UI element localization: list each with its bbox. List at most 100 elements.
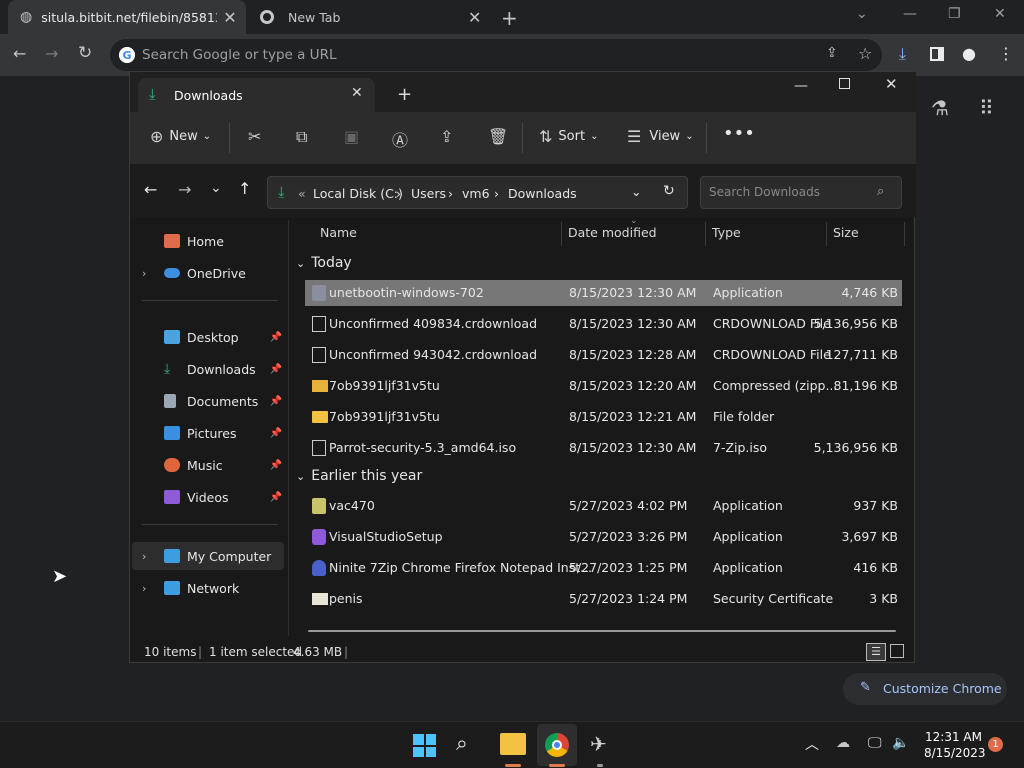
view-button[interactable]: ☰ View ⌄ — [627, 127, 694, 146]
file-row[interactable]: Ninite 7Zip Chrome Firefox Notepad Inst.… — [305, 555, 902, 581]
new-tab-button[interactable]: + — [397, 84, 412, 105]
labs-flask-icon[interactable]: ⚗ — [931, 96, 949, 120]
chrome-tab-filebin[interactable]: ◍ situla.bitbit.net/filebin/85813c00 ✕ — [8, 0, 246, 34]
column-divider[interactable] — [826, 222, 827, 246]
up-arrow-icon[interactable]: ↑ — [238, 179, 251, 198]
copy-icon[interactable]: ⧉ — [296, 127, 307, 147]
file-row[interactable]: unetbootin-windows-702 8/15/2023 12:30 A… — [305, 280, 902, 306]
minimize-icon[interactable]: — — [794, 78, 808, 94]
file-row[interactable]: Parrot-security-5.3_amd64.iso 8/15/2023 … — [305, 435, 902, 461]
more-horiz-icon[interactable]: ••• — [723, 123, 755, 144]
share-icon[interactable]: ⇪ — [440, 127, 453, 146]
more-vert-icon[interactable]: ⋮ — [998, 44, 1014, 63]
network-icon[interactable]: 🖵 — [868, 735, 882, 751]
nav-item-pictures[interactable]: Pictures 📌 — [132, 419, 284, 447]
close-icon[interactable]: ✕ — [468, 8, 481, 27]
new-tab-button[interactable]: + — [501, 6, 518, 30]
breadcrumb-overflow[interactable]: « — [298, 186, 306, 201]
new-button[interactable]: ⊕ New ⌄ — [150, 127, 211, 146]
breadcrumb-downloads[interactable]: Downloads — [508, 186, 577, 201]
pane-splitter[interactable] — [288, 220, 289, 636]
chevron-down-icon[interactable]: ⌄ — [631, 184, 641, 199]
recent-locations-chevron-icon[interactable]: ⌄ — [210, 180, 222, 196]
reload-icon[interactable]: ↻ — [78, 43, 92, 63]
back-arrow-icon[interactable]: ← — [13, 44, 26, 63]
pin-icon[interactable]: 📌 — [270, 396, 282, 407]
file-row[interactable]: penis 5/27/2023 1:24 PM Security Certifi… — [305, 586, 902, 612]
profile-icon[interactable]: ● — [962, 44, 976, 63]
chevron-up-icon[interactable]: ︿ — [805, 734, 819, 754]
windows-start-icon[interactable] — [413, 734, 436, 757]
close-icon[interactable]: ✕ — [223, 8, 236, 27]
nav-item-music[interactable]: Music 📌 — [132, 451, 284, 479]
pin-icon[interactable]: 📌 — [270, 364, 282, 375]
breadcrumb-local-disk[interactable]: Local Disk (C:) — [313, 186, 403, 201]
refresh-icon[interactable]: ↻ — [663, 183, 675, 199]
nav-item-desktop[interactable]: Desktop 📌 — [132, 323, 284, 351]
download-icon[interactable]: ⤓ — [899, 44, 906, 64]
file-row[interactable]: VisualStudioSetup 5/27/2023 3:26 PM Appl… — [305, 524, 902, 550]
group-header-today[interactable]: ⌄ Today — [296, 255, 352, 271]
forward-arrow-icon[interactable]: → — [45, 44, 58, 63]
rename-icon[interactable]: Ⓐ — [392, 127, 408, 151]
close-icon[interactable]: ✕ — [885, 75, 898, 93]
chevron-down-icon[interactable]: ⌄ — [856, 6, 868, 22]
search-icon[interactable]: ⌕ — [456, 731, 468, 756]
pin-icon[interactable]: 📌 — [270, 428, 282, 439]
nav-item-my-computer[interactable]: › My Computer — [132, 542, 284, 570]
breadcrumb-users[interactable]: Users — [411, 186, 446, 201]
clock[interactable]: 12:31 AM 8/15/2023 — [924, 729, 986, 761]
file-row[interactable]: 7ob9391ljf31v5tu 8/15/2023 12:20 AM Comp… — [305, 373, 902, 399]
close-icon[interactable]: ✕ — [994, 6, 1006, 22]
nav-item-onedrive[interactable]: › OneDrive — [132, 259, 284, 287]
column-header-size[interactable]: Size — [833, 225, 859, 240]
group-header-earlier-this-year[interactable]: ⌄ Earlier this year — [296, 468, 422, 484]
restore-icon[interactable]: ❐ — [948, 6, 961, 22]
address-bar[interactable]: ⤓ « Local Disk (C:) › Users › vm6 › Down… — [267, 176, 688, 209]
tiles-view-icon[interactable] — [890, 644, 904, 658]
onedrive-offline-icon[interactable]: ☁ — [836, 735, 850, 751]
column-divider[interactable] — [904, 222, 905, 246]
details-view-icon[interactable]: ☰ — [866, 643, 886, 661]
chevron-right-icon[interactable]: › — [142, 582, 146, 595]
nav-item-home[interactable]: Home — [132, 227, 284, 255]
file-explorer-icon[interactable] — [500, 733, 526, 755]
back-arrow-icon[interactable]: ← — [144, 180, 157, 199]
omnibox[interactable]: G Search Google or type a URL ⇪ ☆ — [110, 39, 882, 71]
close-icon[interactable]: ✕ — [351, 85, 363, 101]
file-row[interactable]: Unconfirmed 409834.crdownload 8/15/2023 … — [305, 311, 902, 337]
column-divider[interactable] — [705, 222, 706, 246]
delete-icon[interactable]: 🗑 — [488, 127, 508, 146]
nav-item-network[interactable]: › Network — [132, 574, 284, 602]
column-header-name[interactable]: Name — [320, 225, 357, 240]
pin-icon[interactable]: 📌 — [270, 332, 282, 343]
column-divider[interactable] — [561, 222, 562, 246]
column-header-date-modified[interactable]: Date modified — [568, 225, 657, 240]
pin-icon[interactable]: 📌 — [270, 460, 282, 471]
paste-icon[interactable]: ▣ — [344, 127, 359, 146]
side-panel-icon[interactable] — [930, 47, 944, 61]
apps-grid-icon[interactable]: ⠿ — [979, 96, 994, 120]
notification-badge[interactable]: 1 — [988, 737, 1003, 752]
sort-button[interactable]: ⇅ Sort ⌄ — [539, 127, 598, 146]
nav-item-downloads[interactable]: ⤓ Downloads 📌 — [132, 355, 284, 383]
minimize-icon[interactable]: — — [903, 6, 917, 22]
maximize-icon[interactable] — [839, 78, 850, 89]
cut-icon[interactable]: ✂ — [248, 127, 261, 146]
chevron-right-icon[interactable]: › — [142, 550, 146, 563]
bookmark-star-icon[interactable]: ☆ — [858, 44, 872, 63]
pin-icon[interactable]: 📌 — [270, 492, 282, 503]
file-row[interactable]: 7ob9391ljf31v5tu 8/15/2023 12:21 AM File… — [305, 404, 902, 430]
nav-item-videos[interactable]: Videos 📌 — [132, 483, 284, 511]
volume-icon[interactable]: 🔈 — [892, 735, 909, 751]
horizontal-scrollbar[interactable] — [308, 630, 896, 632]
column-header-type[interactable]: Type — [712, 225, 741, 240]
explorer-tab-downloads[interactable]: ⤓ Downloads ✕ — [138, 78, 375, 112]
file-row[interactable]: vac470 5/27/2023 4:02 PM Application 937… — [305, 493, 902, 519]
unetbootin-taskbar-icon[interactable]: ✈ — [590, 732, 607, 756]
forward-arrow-icon[interactable]: → — [178, 180, 191, 199]
breadcrumb-vm6[interactable]: vm6 — [462, 186, 490, 201]
share-icon[interactable]: ⇪ — [826, 45, 838, 61]
chrome-tab-newtab[interactable]: New Tab ✕ — [250, 0, 488, 34]
chevron-right-icon[interactable]: › — [142, 267, 146, 280]
